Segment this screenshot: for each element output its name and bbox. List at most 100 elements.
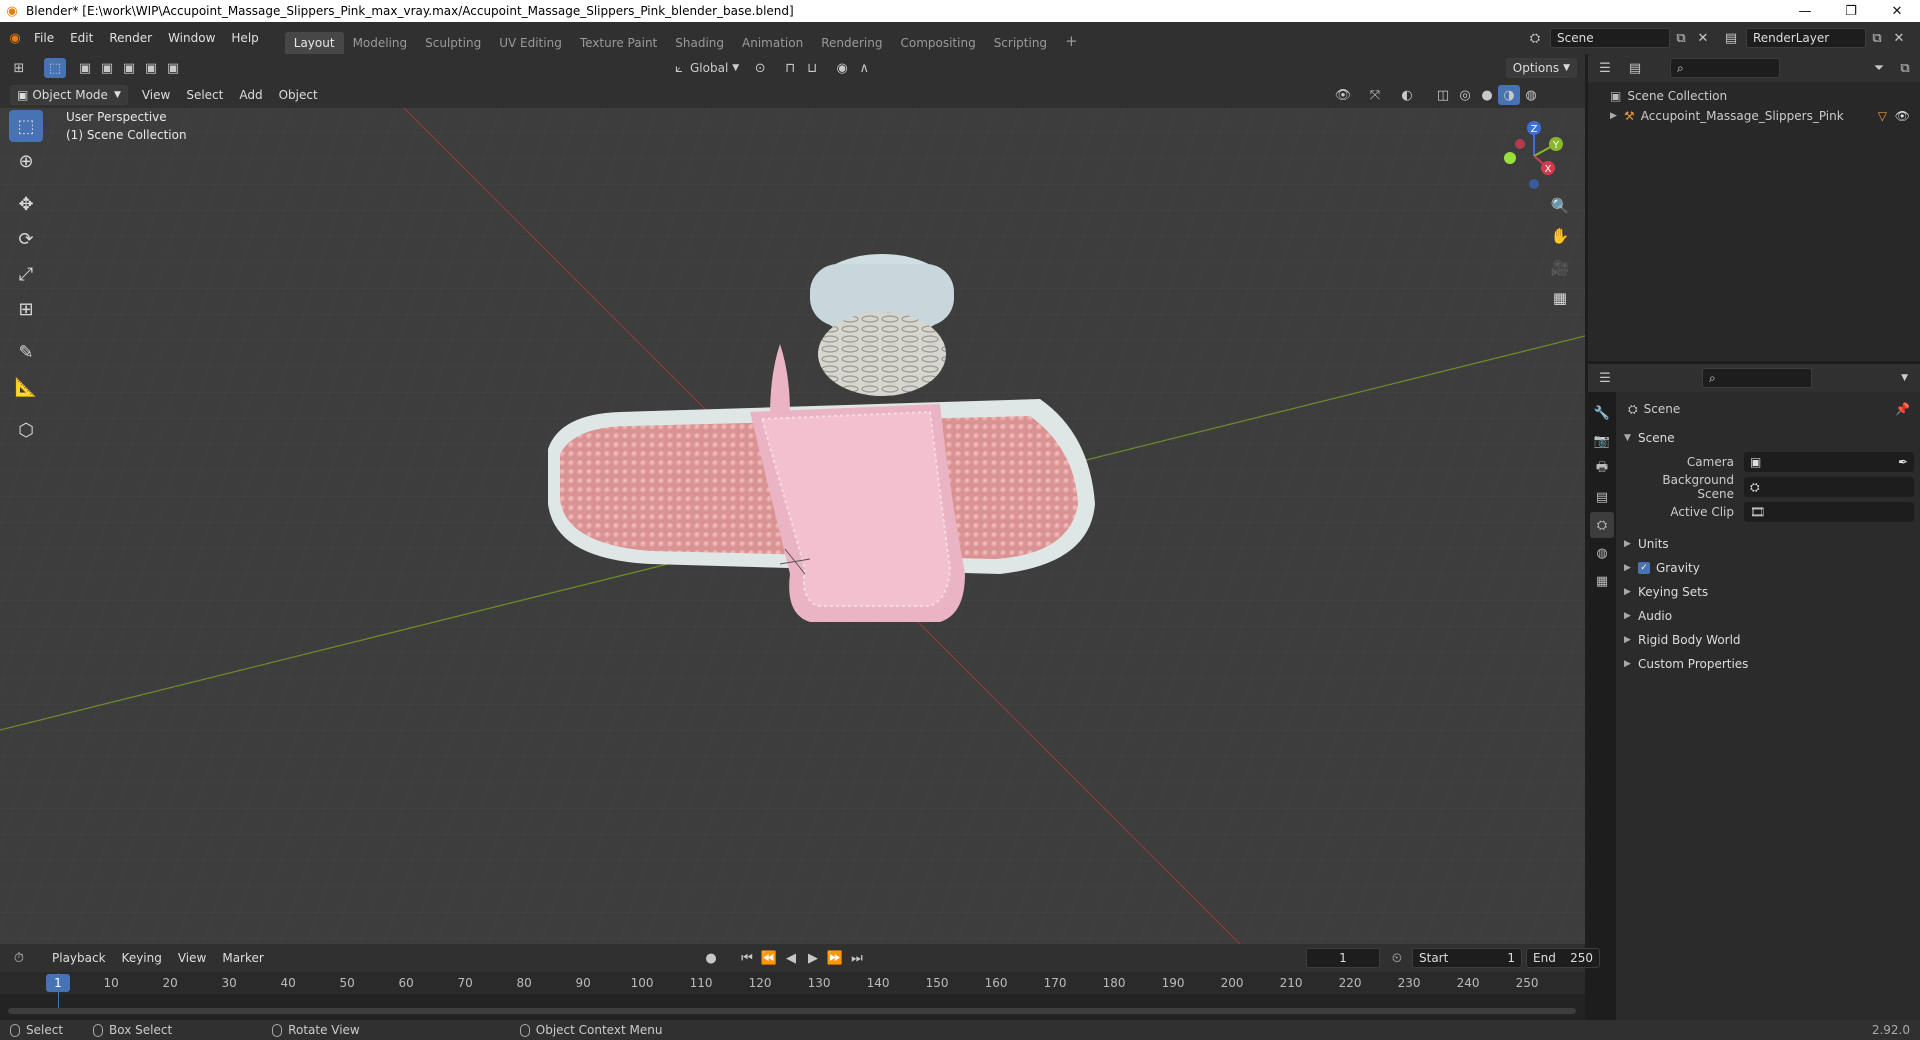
tab-sculpting[interactable]: Sculpting	[416, 32, 490, 54]
scene-selector-icon[interactable]: ⛭	[1524, 28, 1546, 48]
select-mode-invert-icon[interactable]: ▣	[140, 58, 162, 78]
menu-edit[interactable]: Edit	[62, 31, 101, 45]
tool-tab-icon[interactable]: 🔧	[1590, 400, 1614, 426]
keying-sets-panel[interactable]: ▶ Keying Sets	[1624, 580, 1914, 604]
transform-tool[interactable]: ⊞	[9, 293, 43, 325]
minimize-button[interactable]: —	[1782, 0, 1828, 22]
select-tool-icon[interactable]: ⬚	[44, 58, 66, 78]
new-scene-icon[interactable]: ⧉	[1670, 28, 1692, 48]
maximize-button[interactable]: ❐	[1828, 0, 1874, 22]
rendered-shading-icon[interactable]: ◍	[1520, 85, 1542, 105]
viewport-menu-select[interactable]: Select	[178, 88, 231, 102]
tab-rendering[interactable]: Rendering	[812, 32, 891, 54]
timeline-menu-marker[interactable]: Marker	[214, 951, 271, 965]
gizmo-toggle-icon[interactable]: ⤧	[1364, 85, 1386, 105]
custom-properties-panel[interactable]: ▶ Custom Properties	[1624, 652, 1914, 676]
tree-item-object[interactable]: ▶ ⚒ Accupoint_Massage_Slippers_Pink ▽ 👁	[1610, 106, 1920, 126]
play-reverse-icon[interactable]: ◀	[780, 948, 802, 968]
properties-editor-icon[interactable]: ☰	[1594, 368, 1616, 388]
record-icon[interactable]: ●	[700, 948, 722, 968]
audio-panel[interactable]: ▶ Audio	[1624, 604, 1914, 628]
tab-texture-paint[interactable]: Texture Paint	[571, 32, 666, 54]
snap-target-icon[interactable]: ⊔	[801, 58, 823, 78]
scale-tool[interactable]: ⤢	[9, 258, 43, 290]
add-cube-tool[interactable]: ⬡	[9, 414, 43, 446]
gravity-checkbox[interactable]: ✓	[1638, 562, 1650, 574]
wireframe-shading-icon[interactable]: ◎	[1454, 85, 1476, 105]
new-collection-icon[interactable]: ⧉	[1894, 58, 1916, 78]
timeline-menu-keying[interactable]: Keying	[114, 951, 170, 965]
chevron-down-icon[interactable]: ▼	[1901, 373, 1908, 383]
scene-field[interactable]: Scene	[1550, 28, 1670, 48]
viewport-menu-add[interactable]: Add	[231, 88, 270, 102]
annotate-tool[interactable]: ✎	[9, 336, 43, 368]
zoom-icon[interactable]: 🔍	[1546, 192, 1574, 220]
tab-layout[interactable]: Layout	[284, 32, 344, 54]
renderlayer-icon[interactable]: ▤	[1720, 28, 1742, 48]
editor-type-icon[interactable]: ⊞	[8, 58, 30, 78]
active-clip-field[interactable]: 🎞	[1744, 502, 1914, 522]
camera-field[interactable]: ▣ ✒	[1744, 452, 1914, 472]
pivot-point-icon[interactable]: ⊙	[749, 58, 771, 78]
tab-animation[interactable]: Animation	[733, 32, 812, 54]
select-box-tool[interactable]: ⬚	[9, 110, 43, 142]
delete-renderlayer-icon[interactable]: ✕	[1888, 28, 1910, 48]
end-frame-field[interactable]: End 250	[1526, 948, 1600, 968]
tree-item-scene-collection[interactable]: ▣ Scene Collection	[1610, 86, 1920, 106]
select-mode-intersect-icon[interactable]: ▣	[162, 58, 184, 78]
outliner-search-input[interactable]: ⌕	[1670, 58, 1780, 78]
output-tab-icon[interactable]: 🖶	[1590, 456, 1614, 482]
tab-shading[interactable]: Shading	[666, 32, 733, 54]
filter-icon[interactable]: ⏷	[1868, 58, 1890, 78]
units-panel[interactable]: ▶ Units	[1624, 532, 1914, 556]
mode-dropdown[interactable]: ▣ Object Mode ▼	[10, 85, 128, 105]
new-renderlayer-icon[interactable]: ⧉	[1866, 28, 1888, 48]
expand-arrow-icon[interactable]: ▶	[1610, 111, 1624, 121]
gravity-panel[interactable]: ▶ ✓ Gravity	[1624, 556, 1914, 580]
tab-scripting[interactable]: Scripting	[985, 32, 1056, 54]
camera-view-icon[interactable]: 🎥	[1546, 254, 1574, 282]
navigation-gizmo[interactable]: Z Y X	[1494, 116, 1574, 196]
start-frame-field[interactable]: Start 1	[1412, 948, 1522, 968]
scene-panel-header[interactable]: ▼ Scene	[1624, 426, 1914, 450]
material-shading-icon[interactable]: ◑	[1498, 85, 1520, 105]
viewport-menu-object[interactable]: Object	[271, 88, 326, 102]
select-mode-new-icon[interactable]: ▣	[74, 58, 96, 78]
pan-hand-icon[interactable]: ✋	[1546, 222, 1574, 250]
eyedropper-icon[interactable]: ✒	[1898, 455, 1908, 469]
view-layer-tab-icon[interactable]: ▤	[1590, 484, 1614, 510]
cursor-tool[interactable]: ⊕	[9, 145, 43, 177]
tab-compositing[interactable]: Compositing	[891, 32, 984, 54]
display-mode-icon[interactable]: ▤	[1624, 58, 1646, 78]
close-button[interactable]: ✕	[1874, 0, 1920, 22]
tab-modeling[interactable]: Modeling	[344, 32, 417, 54]
ortho-toggle-icon[interactable]: ▦	[1546, 284, 1574, 312]
move-tool[interactable]: ✥	[9, 188, 43, 220]
orientation-dropdown-icon[interactable]: ▼	[732, 63, 739, 73]
properties-search-input[interactable]: ⌕	[1702, 368, 1812, 388]
prev-keyframe-icon[interactable]: ⏪	[758, 948, 780, 968]
snap-icon[interactable]: ⊓	[779, 58, 801, 78]
overlay-toggle-icon[interactable]: ◐	[1396, 85, 1418, 105]
jump-end-icon[interactable]: ⏭	[846, 948, 868, 968]
rigid-body-world-panel[interactable]: ▶ Rigid Body World	[1624, 628, 1914, 652]
select-mode-extend-icon[interactable]: ▣	[96, 58, 118, 78]
tab-uv-editing[interactable]: UV Editing	[490, 32, 571, 54]
pin-icon[interactable]: 📌	[1895, 402, 1910, 416]
texture-tab-icon[interactable]: ▦	[1590, 568, 1614, 594]
timeline-scrollbar[interactable]	[8, 1008, 1576, 1014]
proportional-edit-icon[interactable]: ◉	[831, 58, 853, 78]
options-dropdown[interactable]: Options ▼	[1505, 58, 1577, 78]
solid-shading-icon[interactable]: ●	[1476, 85, 1498, 105]
eye-visibility-icon[interactable]: 👁	[1895, 109, 1910, 123]
timeline-ruler[interactable]: 10 20 30 40 50 60 70 80 90 100 110 120 130 140 150 160 1…	[0, 972, 1585, 994]
jump-start-icon[interactable]: ⏮	[736, 948, 758, 968]
playhead-label[interactable]: 1	[46, 974, 70, 992]
timeline-menu-view[interactable]: View	[170, 951, 214, 965]
render-tab-icon[interactable]: 📷	[1590, 428, 1614, 454]
scene-tab-icon[interactable]: ⛭	[1590, 512, 1614, 538]
rotate-tool[interactable]: ⟳	[9, 223, 43, 255]
current-frame-field[interactable]: 1	[1306, 948, 1380, 968]
menu-help[interactable]: Help	[223, 31, 266, 45]
background-scene-field[interactable]: ⛭	[1744, 477, 1914, 497]
